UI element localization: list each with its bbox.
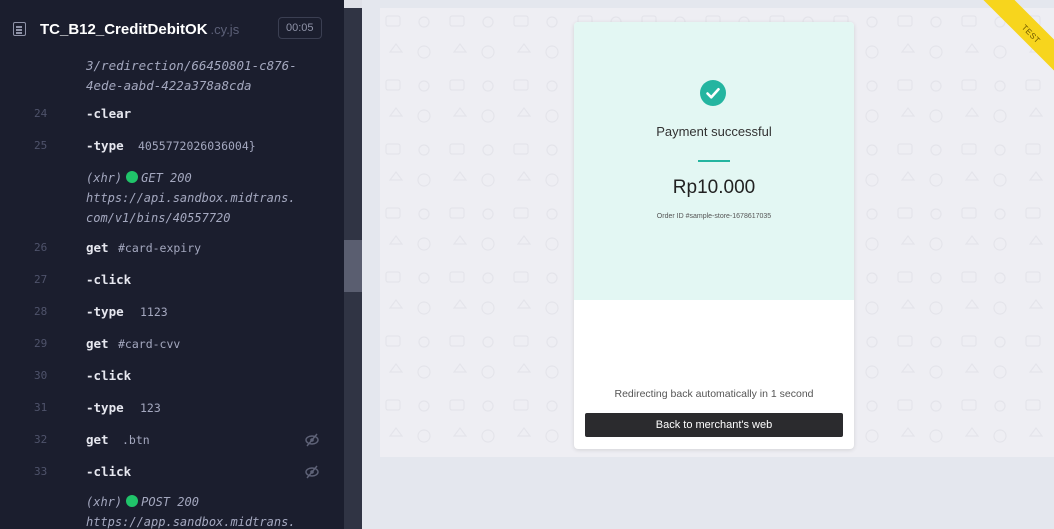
line-number: 27	[34, 273, 48, 286]
eye-off-icon[interactable]	[304, 464, 320, 480]
command-name: -click	[86, 368, 132, 383]
command-argument: #card-expiry	[118, 241, 202, 255]
payment-status-panel: Payment successful Rp10.000 Order ID #sa…	[574, 22, 854, 300]
xhr-method: POST 200	[141, 495, 199, 509]
command-argument: .btn	[122, 433, 150, 447]
line-number: 24	[34, 107, 48, 120]
command-argument: 123	[140, 401, 161, 415]
command-row[interactable]: 27 -click	[0, 264, 330, 296]
command-argument: 4055772026036004}	[138, 139, 256, 153]
line-number: 33	[34, 465, 48, 478]
line-number: 32	[34, 433, 48, 446]
command-argument: #card-cvv	[118, 337, 181, 351]
splitter-handle-top	[344, 0, 362, 8]
command-name: get	[86, 432, 109, 447]
command-row[interactable]: 33 -click	[0, 456, 330, 488]
line-number: 31	[34, 401, 48, 414]
command-row[interactable]: 32 get .btn	[0, 424, 330, 456]
xhr-url-line-1: https://app.sandbox.midtrans.	[86, 515, 296, 529]
command-log-panel: TC_B12_CreditDebitOK .cy.js 00:05 3/redi…	[0, 0, 344, 529]
line-number: 25	[34, 139, 48, 152]
xhr-method: GET 200	[141, 171, 192, 185]
run-timer: 00:05	[278, 17, 322, 39]
payment-title: Payment successful	[656, 124, 772, 139]
spec-extension: .cy.js	[210, 21, 240, 37]
xhr-request[interactable]: (xhr) GET 200 https://api.sandbox.midtran…	[86, 168, 296, 228]
line-number: 29	[34, 337, 48, 350]
command-row[interactable]: 26 get #card-expiry	[0, 232, 330, 264]
xhr-url-line-2: com/v1/bins/40557720	[86, 211, 231, 225]
scrollbar-thumb[interactable]	[344, 240, 362, 292]
command-name: get	[86, 336, 109, 351]
ribbon-label: TEST	[1019, 22, 1043, 46]
order-id: Order ID #sample-store-1678617035	[656, 213, 772, 220]
check-circle-icon	[700, 80, 726, 106]
command-argument: 1123	[140, 305, 168, 319]
file-icon	[13, 22, 26, 36]
status-dot-icon	[126, 495, 139, 507]
xhr-prefix: (xhr)	[86, 495, 123, 509]
line-number: 30	[34, 369, 48, 382]
status-dot-icon	[126, 171, 139, 183]
command-name: -type	[86, 400, 124, 415]
command-row[interactable]: 31 -type 123	[0, 392, 330, 424]
line-number: 26	[34, 241, 48, 254]
line-number: 28	[34, 305, 48, 318]
xhr-url-line-1: https://api.sandbox.midtrans.	[86, 191, 296, 205]
accent-divider	[698, 160, 730, 162]
xhr-prefix: (xhr)	[86, 171, 123, 185]
xhr-request[interactable]: (xhr) POST 200 https://app.sandbox.midtra…	[86, 492, 296, 529]
cypress-runner: TC_B12_CreditDebitOK .cy.js 00:05 3/redi…	[0, 0, 1054, 529]
redirect-url-line-1: 3/redirection/66450801-c876-	[86, 58, 297, 73]
command-name: -type	[86, 304, 124, 319]
command-name: -click	[86, 272, 132, 287]
command-row[interactable]: 28 -type 1123	[0, 296, 330, 328]
redirect-message: Redirecting back automatically in 1 seco…	[614, 388, 814, 400]
back-to-merchant-button[interactable]: Back to merchant's web	[585, 413, 843, 437]
command-name: -clear	[86, 106, 132, 121]
eye-off-icon[interactable]	[304, 432, 320, 448]
test-ribbon: TEST	[960, 0, 1054, 94]
command-row[interactable]: 29 get #card-cvv	[0, 328, 330, 360]
payment-amount: Rp10.000	[672, 177, 756, 198]
command-name: -type	[86, 138, 124, 153]
command-row[interactable]: 30 -click	[0, 360, 330, 392]
command-row[interactable]: 25 -type 4055772026036004}	[0, 130, 330, 162]
command-row[interactable]: 24 -clear	[0, 98, 330, 130]
payment-card: Payment successful Rp10.000 Order ID #sa…	[574, 22, 854, 449]
spec-header: TC_B12_CreditDebitOK .cy.js 00:05	[0, 0, 344, 58]
redirect-url-line-2: 4ede-aabd-422a378a8cda	[86, 78, 252, 93]
command-name: get	[86, 240, 109, 255]
command-name: -click	[86, 464, 132, 479]
spec-name[interactable]: TC_B12_CreditDebitOK	[40, 21, 208, 38]
